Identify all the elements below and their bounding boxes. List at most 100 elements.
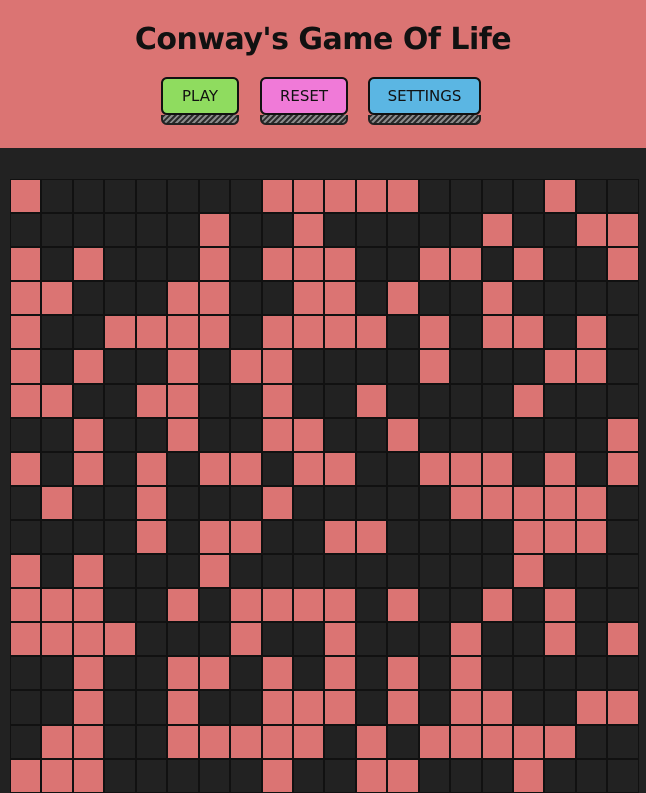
cell-dead[interactable] [324,383,356,418]
cell-dead[interactable] [607,588,639,623]
cell-alive[interactable] [513,247,545,282]
cell-dead[interactable] [230,417,262,452]
cell-alive[interactable] [450,485,482,520]
cell-alive[interactable] [355,519,388,555]
cell-dead[interactable] [355,417,388,452]
cell-dead[interactable] [167,485,199,520]
cell-dead[interactable] [292,485,325,520]
cell-dead[interactable] [575,383,608,418]
cell-dead[interactable] [230,758,262,793]
cell-dead[interactable] [104,417,136,452]
cell-dead[interactable] [41,554,73,589]
cell-dead[interactable] [387,622,419,657]
cell-dead[interactable] [135,417,168,452]
cell-dead[interactable] [41,417,73,452]
cell-dead[interactable] [261,519,293,555]
cell-dead[interactable] [324,758,356,793]
cell-alive[interactable] [198,247,231,282]
cell-alive[interactable] [607,451,639,486]
cell-dead[interactable] [198,690,231,725]
cell-alive[interactable] [230,622,262,657]
cell-dead[interactable] [450,315,482,350]
cell-dead[interactable] [575,281,608,316]
cell-alive[interactable] [544,451,576,486]
cell-dead[interactable] [418,656,451,691]
cell-dead[interactable] [72,179,105,214]
cell-alive[interactable] [230,451,262,486]
cell-alive[interactable] [10,383,42,418]
cell-dead[interactable] [355,554,388,589]
cell-alive[interactable] [261,656,293,691]
cell-dead[interactable] [607,281,639,316]
cell-dead[interactable] [230,315,262,350]
cell-dead[interactable] [10,724,42,759]
cell-dead[interactable] [167,554,199,589]
cell-dead[interactable] [418,588,451,623]
cell-dead[interactable] [481,758,513,793]
cell-alive[interactable] [387,417,419,452]
cell-alive[interactable] [607,213,639,248]
cell-alive[interactable] [198,724,231,759]
cell-dead[interactable] [10,690,42,725]
cell-dead[interactable] [418,622,451,657]
cell-dead[interactable] [167,758,199,793]
cell-dead[interactable] [261,554,293,589]
cell-dead[interactable] [481,247,513,282]
cell-dead[interactable] [544,690,576,725]
cell-alive[interactable] [72,451,105,486]
cell-dead[interactable] [324,417,356,452]
cell-alive[interactable] [41,383,73,418]
cell-alive[interactable] [387,281,419,316]
cell-alive[interactable] [513,383,545,418]
cell-dead[interactable] [292,622,325,657]
cell-alive[interactable] [513,554,545,589]
cell-dead[interactable] [324,554,356,589]
cell-alive[interactable] [450,247,482,282]
cell-dead[interactable] [575,758,608,793]
cell-dead[interactable] [418,213,451,248]
cell-alive[interactable] [198,213,231,248]
cell-alive[interactable] [167,588,199,623]
cell-dead[interactable] [513,451,545,486]
cell-dead[interactable] [607,349,639,384]
cell-dead[interactable] [104,383,136,418]
cell-alive[interactable] [135,315,168,350]
cell-dead[interactable] [292,349,325,384]
cell-dead[interactable] [41,451,73,486]
cell-dead[interactable] [544,315,576,350]
cell-dead[interactable] [418,179,451,214]
cell-dead[interactable] [607,519,639,555]
cell-dead[interactable] [41,349,73,384]
cell-dead[interactable] [135,758,168,793]
cell-dead[interactable] [104,554,136,589]
cell-dead[interactable] [544,281,576,316]
cell-alive[interactable] [72,656,105,691]
cell-alive[interactable] [261,247,293,282]
cell-dead[interactable] [104,656,136,691]
cell-dead[interactable] [387,247,419,282]
cell-dead[interactable] [575,622,608,657]
cell-alive[interactable] [324,519,356,555]
cell-dead[interactable] [41,179,73,214]
cell-dead[interactable] [544,383,576,418]
settings-button[interactable]: SETTINGS [368,77,481,115]
cell-alive[interactable] [261,179,293,214]
cell-dead[interactable] [355,622,388,657]
cell-dead[interactable] [418,485,451,520]
cell-dead[interactable] [230,247,262,282]
cell-dead[interactable] [167,622,199,657]
cell-alive[interactable] [418,724,451,759]
cell-dead[interactable] [104,588,136,623]
cell-alive[interactable] [544,349,576,384]
cell-alive[interactable] [261,588,293,623]
cell-alive[interactable] [481,724,513,759]
cell-alive[interactable] [167,383,199,418]
cell-alive[interactable] [324,622,356,657]
cell-dead[interactable] [104,281,136,316]
cell-alive[interactable] [450,690,482,725]
cell-dead[interactable] [167,213,199,248]
cell-alive[interactable] [355,179,388,214]
cell-alive[interactable] [72,758,105,793]
cell-alive[interactable] [387,758,419,793]
cell-alive[interactable] [544,519,576,555]
